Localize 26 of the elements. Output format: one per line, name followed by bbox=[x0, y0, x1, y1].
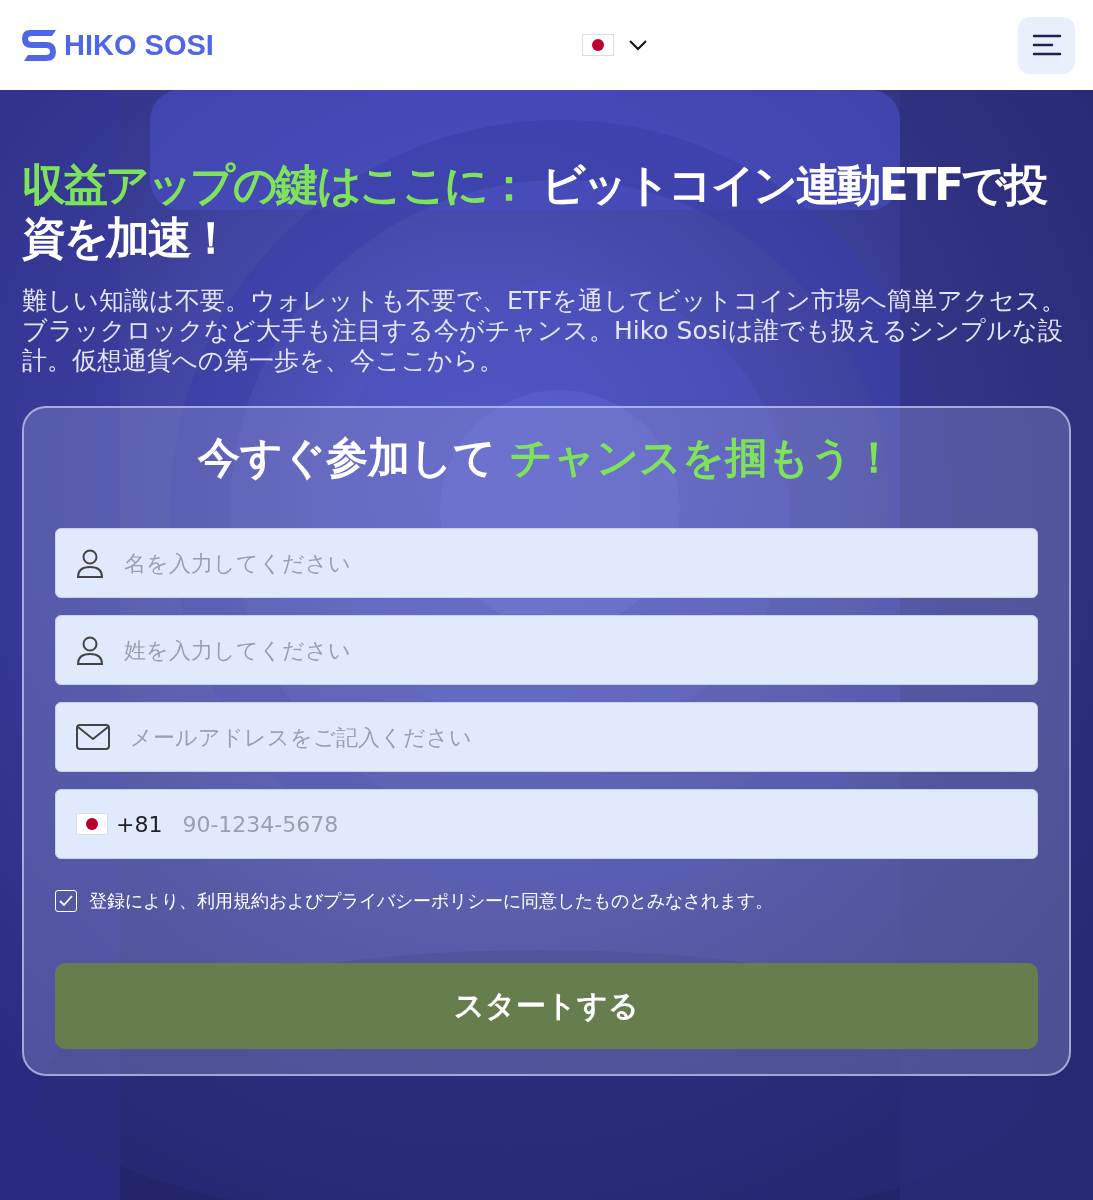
country-code[interactable]: +81 bbox=[116, 811, 163, 837]
consent-text: 登録により、利用規約およびプライバシーポリシーに同意したものとみなされます。 bbox=[89, 889, 773, 913]
checkmark-icon bbox=[58, 894, 74, 908]
name-field[interactable]: 姓を入力してください bbox=[55, 615, 1038, 685]
logo-text: HIKO SOSI bbox=[64, 28, 214, 62]
name-input[interactable]: 名を入力してください bbox=[122, 549, 1017, 577]
japan-flag-icon bbox=[582, 34, 614, 56]
menu-button[interactable] bbox=[1018, 16, 1075, 74]
email-field[interactable]: メールアドレスをご記入ください bbox=[55, 702, 1038, 772]
logo-icon bbox=[22, 28, 58, 62]
phone-input[interactable]: 90-1234-5678 bbox=[180, 810, 1017, 838]
person-icon bbox=[76, 548, 104, 578]
menu-icon bbox=[1031, 33, 1062, 57]
start-button[interactable]: スタートする bbox=[55, 963, 1038, 1049]
email-input[interactable]: メールアドレスをご記入ください bbox=[128, 723, 1017, 751]
phone-field[interactable]: +81 90-1234-5678 bbox=[55, 789, 1038, 859]
japan-flag-icon bbox=[76, 813, 108, 835]
consent-checkbox[interactable] bbox=[55, 890, 77, 912]
form-title: 今すぐ参加して チャンスを掴もう！ bbox=[196, 432, 897, 484]
name-field[interactable]: 名を入力してください bbox=[55, 528, 1038, 598]
person-icon bbox=[76, 635, 104, 665]
name-input[interactable]: 姓を入力してください bbox=[122, 636, 1017, 664]
chevron-down-icon bbox=[628, 39, 648, 51]
description: 難しい知識は不要。ウォレットも不要で、ETFを通してビットコイン市場へ簡単アクセス。ブラックロックなど大手も注目する今がチャンス。Hiko Sosiは誰でも扱えるシンプルな設計。仮想通貨への第一歩を、今ここから。 bbox=[22, 286, 1068, 376]
envelope-icon bbox=[76, 724, 110, 750]
headline: 収益アップの鍵はここに： ビットコイン連動ETFで投資を加速！ bbox=[22, 158, 1047, 264]
